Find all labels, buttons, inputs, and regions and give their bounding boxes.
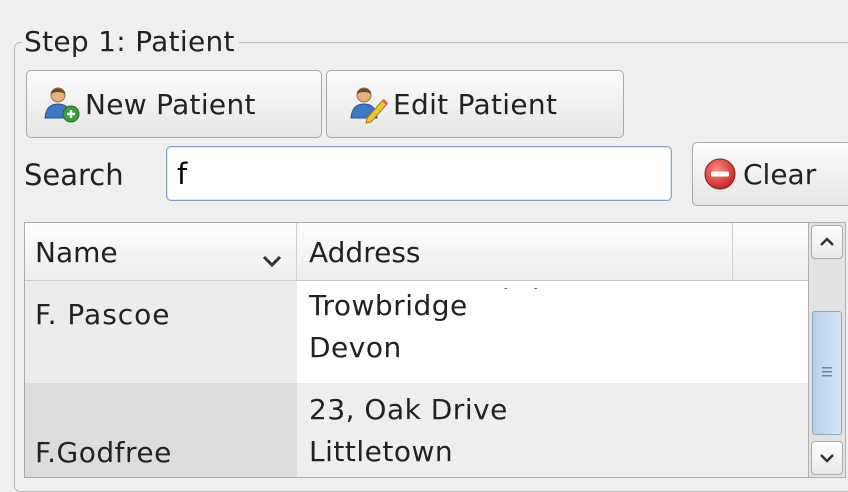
scroll-thumb[interactable]	[812, 311, 842, 435]
chevron-down-icon	[819, 449, 835, 468]
group-title: Step 1: Patient	[22, 22, 239, 62]
patient-address-cell: Trowbridge Devon	[297, 281, 809, 383]
table-row[interactable]: F.Godfree 23, Oak Drive Littletown	[25, 383, 809, 477]
chevron-down-icon	[261, 243, 283, 276]
user-edit-icon	[347, 84, 389, 124]
scroll-down-button[interactable]	[811, 441, 843, 475]
clipped-text-fragment	[297, 281, 809, 289]
address-line: Trowbridge	[309, 289, 468, 322]
grip-icon	[821, 364, 833, 383]
scroll-up-button[interactable]	[811, 225, 843, 259]
clear-label: Clear	[743, 157, 817, 191]
column-header-name-label: Name	[35, 235, 118, 269]
edit-patient-label: Edit Patient	[393, 87, 558, 121]
edit-patient-button[interactable]: Edit Patient	[326, 70, 624, 138]
patient-address-cell: 23, Oak Drive Littletown	[297, 383, 809, 477]
new-patient-button[interactable]: New Patient	[26, 70, 322, 138]
new-patient-label: New Patient	[85, 87, 256, 121]
patient-name-cell: F.Godfree	[25, 383, 297, 477]
search-label: Search	[24, 158, 124, 192]
remove-circle-icon	[703, 157, 737, 191]
column-header-address-label: Address	[309, 235, 421, 269]
chevron-up-icon	[819, 233, 835, 252]
address-line: Littletown	[309, 435, 454, 468]
patient-table[interactable]: Name Address F. Pascoe Trowbridge Devon …	[24, 222, 810, 478]
clear-button[interactable]: Clear	[692, 142, 848, 206]
search-input[interactable]	[166, 146, 672, 201]
vertical-scrollbar[interactable]	[808, 222, 846, 478]
column-header-address[interactable]: Address	[297, 223, 733, 281]
table-row[interactable]: F. Pascoe Trowbridge Devon	[25, 281, 809, 383]
address-line: 23, Oak Drive	[309, 393, 508, 426]
patient-name-cell: F. Pascoe	[25, 281, 297, 383]
address-line: Devon	[309, 331, 402, 364]
user-add-icon	[41, 84, 81, 124]
table-header: Name Address	[25, 223, 809, 281]
column-header-name[interactable]: Name	[25, 223, 297, 281]
